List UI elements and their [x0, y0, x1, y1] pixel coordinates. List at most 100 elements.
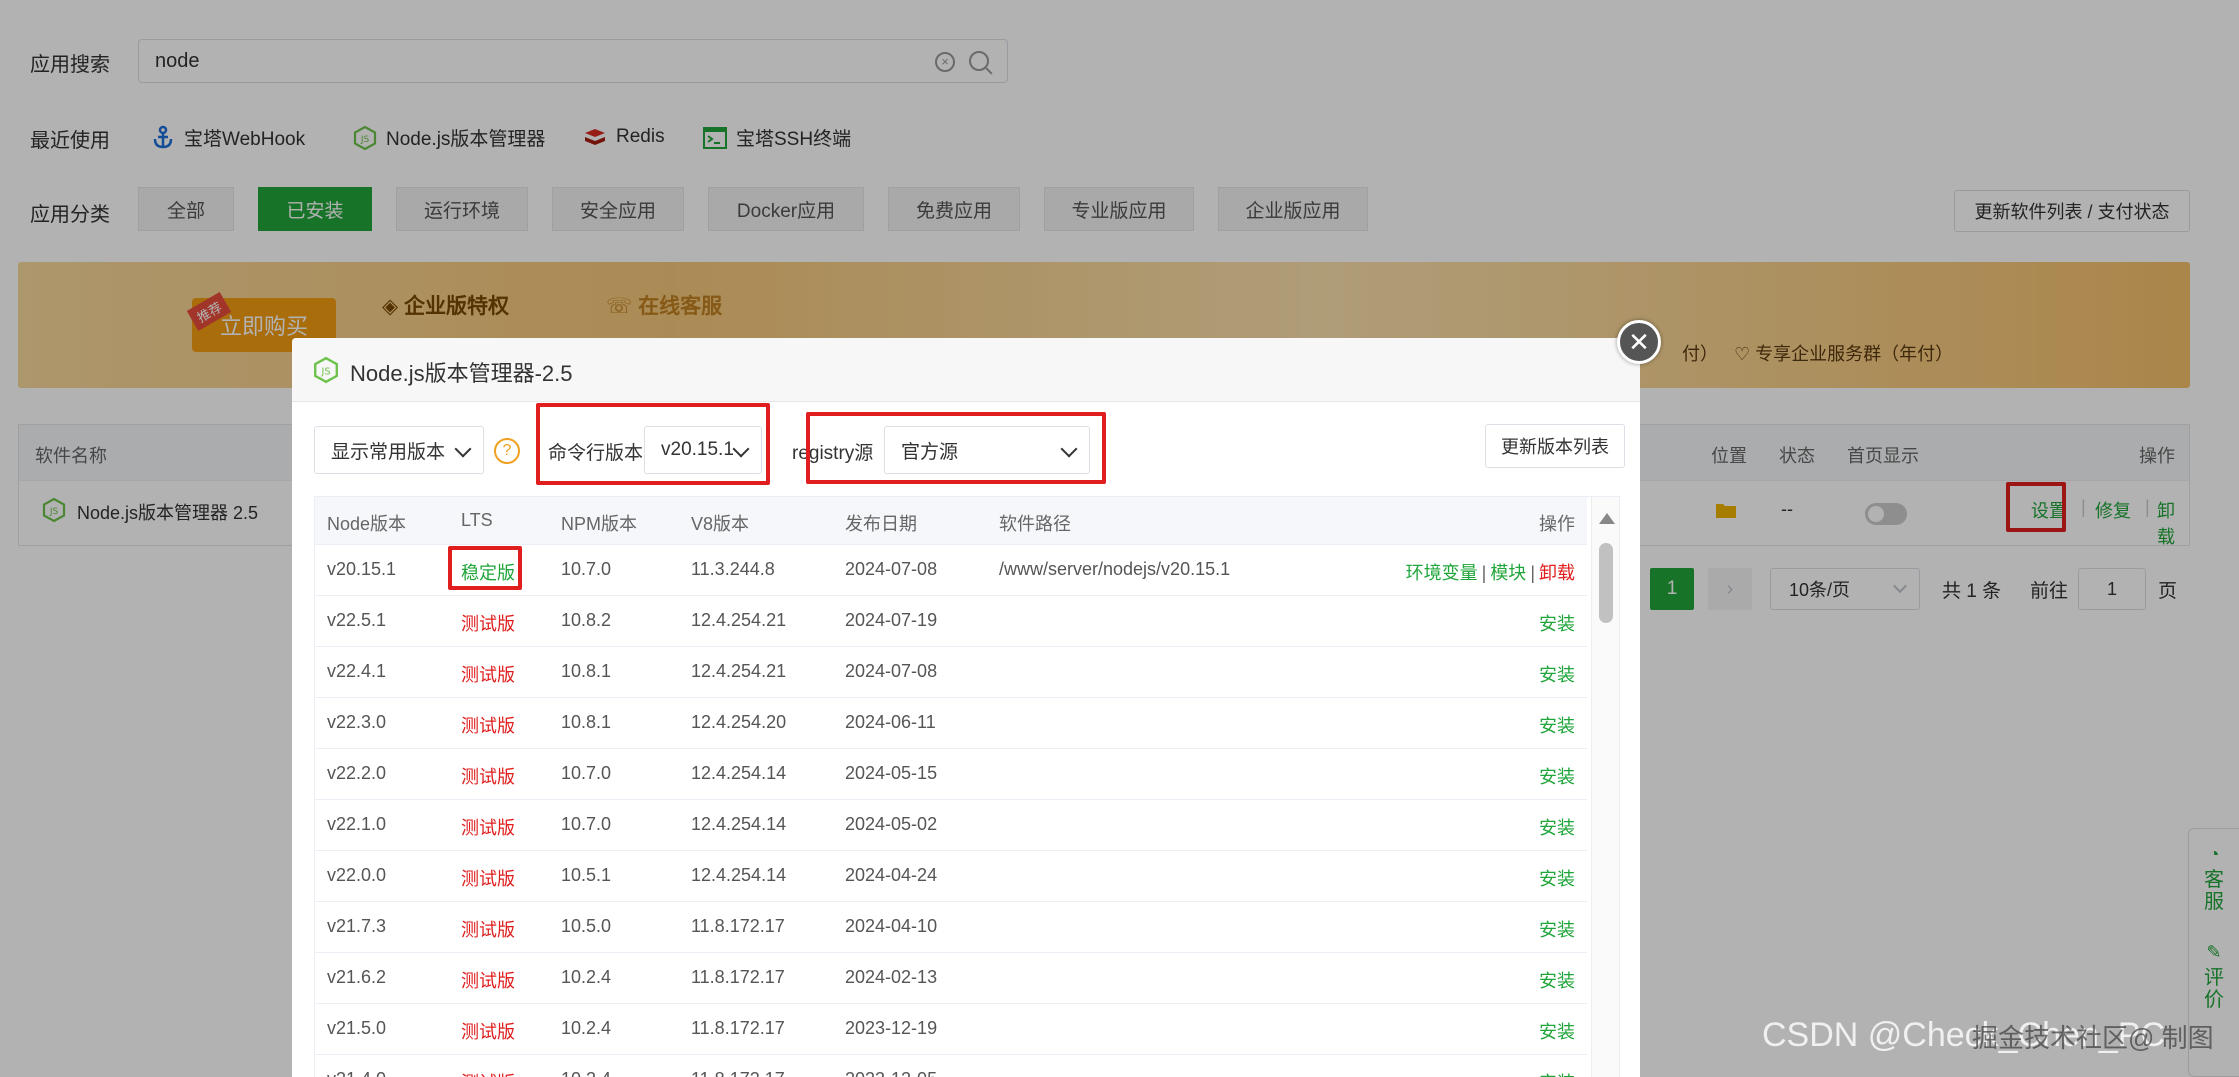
- release-date-cell: 2024-07-08: [845, 661, 938, 681]
- uninstall-version-link[interactable]: 卸载: [1539, 563, 1575, 583]
- version-table-scrollbar[interactable]: [1591, 497, 1619, 1077]
- lts-cell: 测试版: [461, 1022, 515, 1042]
- node-version-cell: v22.3.0: [327, 712, 387, 732]
- row-actions: 安装: [1539, 865, 1575, 891]
- row-actions: 安装: [1539, 916, 1575, 942]
- close-dialog-button[interactable]: ✕: [1617, 320, 1661, 364]
- install-link[interactable]: 安装: [1539, 614, 1575, 634]
- v8-version-cell: 11.8.172.17: [691, 967, 785, 987]
- v8-version-cell: 12.4.254.21: [691, 661, 787, 681]
- install-link[interactable]: 安装: [1539, 767, 1575, 787]
- nodejs-icon: JS: [314, 356, 338, 384]
- v8-version-cell: 11.3.244.8: [691, 559, 775, 579]
- row-actions: 安装: [1539, 967, 1575, 993]
- v8-version-cell: 11.8.172.17: [691, 1018, 785, 1038]
- release-date-cell: 2023-12-19: [845, 1018, 938, 1038]
- modules-link[interactable]: 模块: [1490, 563, 1526, 583]
- install-link[interactable]: 安装: [1539, 716, 1575, 736]
- scroll-up-icon[interactable]: [1599, 513, 1615, 524]
- npm-version-cell: 10.8.1: [561, 661, 612, 681]
- table-row: v22.2.0 测试版 10.7.0 12.4.254.14 2024-05-15 安装: [315, 749, 1587, 800]
- release-date-cell: 2024-04-24: [845, 865, 938, 885]
- row-actions: 安装: [1539, 814, 1575, 840]
- dialog-header: JS Node.js版本管理器-2.5: [292, 338, 1640, 402]
- update-version-list-button[interactable]: 更新版本列表: [1485, 424, 1625, 468]
- node-version-cell: v20.15.1: [327, 559, 397, 579]
- npm-version-cell: 10.8.2: [561, 610, 612, 630]
- npm-version-cell: 10.7.0: [561, 814, 612, 834]
- npm-version-cell: 10.2.4: [561, 1018, 612, 1038]
- registry-select[interactable]: 官方源: [884, 426, 1090, 474]
- v8-version-cell: 12.4.254.14: [691, 763, 787, 783]
- col-lts: LTS: [461, 510, 493, 530]
- chevron-down-icon: [732, 440, 750, 458]
- lts-cell: 测试版: [461, 818, 515, 838]
- table-row: v22.1.0 测试版 10.7.0 12.4.254.14 2024-05-02 安装: [315, 800, 1587, 851]
- table-row: v22.4.1 测试版 10.8.1 12.4.254.21 2024-07-08 安装: [315, 647, 1587, 698]
- install-link[interactable]: 安装: [1539, 1022, 1575, 1042]
- scrollbar-thumb[interactable]: [1599, 543, 1613, 623]
- chevron-down-icon: [1060, 440, 1078, 458]
- node-version-cell: v21.4.0: [327, 1069, 386, 1077]
- row-actions: 安装: [1539, 763, 1575, 789]
- release-date-cell: 2024-05-02: [845, 814, 938, 834]
- col-v8-version: V8版本: [691, 514, 750, 534]
- chevron-down-icon: [454, 440, 472, 458]
- separator: |: [1530, 563, 1535, 583]
- node-version-table: Node版本 LTS NPM版本 V8版本 发布日期 软件路径 操作 v20.1…: [314, 496, 1620, 1077]
- v8-version-cell: 12.4.254.14: [691, 865, 787, 885]
- env-vars-link[interactable]: 环境变量: [1406, 563, 1478, 583]
- registry-value: 官方源: [901, 441, 959, 463]
- v8-version-cell: 12.4.254.14: [691, 814, 787, 834]
- release-date-cell: 2024-04-10: [845, 916, 938, 936]
- watermark-secondary: 掘金技术社区@ 制图: [1972, 1023, 2214, 1053]
- col-node-version: Node版本: [327, 514, 407, 534]
- npm-version-cell: 10.7.0: [561, 559, 612, 579]
- lts-cell: 测试版: [461, 665, 515, 685]
- install-link[interactable]: 安装: [1539, 971, 1575, 991]
- install-link[interactable]: 安装: [1539, 920, 1575, 940]
- node-version-cell: v21.7.3: [327, 916, 387, 936]
- install-link[interactable]: 安装: [1539, 1073, 1575, 1077]
- lts-cell: 测试版: [461, 920, 515, 940]
- cli-version-select[interactable]: v20.15.1: [644, 426, 762, 474]
- lts-cell: 稳定版: [461, 563, 515, 583]
- version-filter-select[interactable]: 显示常用版本: [314, 426, 484, 474]
- separator: |: [1481, 563, 1487, 583]
- v8-version-cell: 12.4.254.20: [691, 712, 787, 732]
- row-actions: 安装: [1539, 1069, 1575, 1077]
- col-release-date: 发布日期: [845, 514, 917, 534]
- table-row: v21.4.0 测试版 10.2.4 11.8.172.17 2023-12-05 安装: [315, 1055, 1587, 1077]
- col-software-path: 软件路径: [999, 514, 1071, 534]
- version-filter-value: 显示常用版本: [331, 441, 446, 463]
- lts-cell: 测试版: [461, 971, 515, 991]
- node-version-cell: v21.5.0: [327, 1018, 387, 1038]
- row-actions: 安装: [1539, 712, 1575, 738]
- node-version-cell: v22.1.0: [327, 814, 387, 834]
- cli-version-value: v20.15.1: [661, 439, 734, 460]
- release-date-cell: 2024-05-15: [845, 763, 938, 783]
- v8-version-cell: 11.8.172.17: [691, 916, 785, 936]
- table-row: v21.6.2 测试版 10.2.4 11.8.172.17 2024-02-13 安装: [315, 953, 1587, 1004]
- install-link[interactable]: 安装: [1539, 665, 1575, 685]
- node-version-cell: v22.0.0: [327, 865, 387, 885]
- help-icon[interactable]: ?: [494, 438, 520, 464]
- version-table-header: Node版本 LTS NPM版本 V8版本 发布日期 软件路径 操作: [315, 497, 1587, 545]
- node-version-cell: v22.5.1: [327, 610, 387, 630]
- lts-cell: 测试版: [461, 767, 515, 787]
- release-date-cell: 2024-06-11: [845, 712, 936, 732]
- row-actions: 安装: [1539, 1018, 1575, 1044]
- table-row: v21.7.3 测试版 10.5.0 11.8.172.17 2024-04-10 安装: [315, 902, 1587, 953]
- lts-cell: 测试版: [461, 869, 515, 889]
- table-row: v21.5.0 测试版 10.2.4 11.8.172.17 2023-12-19 安装: [315, 1004, 1587, 1055]
- npm-version-cell: 10.5.1: [561, 865, 612, 885]
- install-link[interactable]: 安装: [1539, 818, 1575, 838]
- npm-version-cell: 10.2.4: [561, 1069, 611, 1077]
- col-actions: 操作: [1539, 514, 1575, 534]
- install-link[interactable]: 安装: [1539, 869, 1575, 889]
- dialog-title: Node.js版本管理器-2.5: [350, 361, 573, 386]
- v8-version-cell: 12.4.254.21: [691, 610, 787, 630]
- npm-version-cell: 10.2.4: [561, 967, 612, 987]
- software-path-cell: /www/server/nodejs/v20.15.1: [999, 559, 1231, 579]
- registry-label: registry源: [792, 443, 874, 464]
